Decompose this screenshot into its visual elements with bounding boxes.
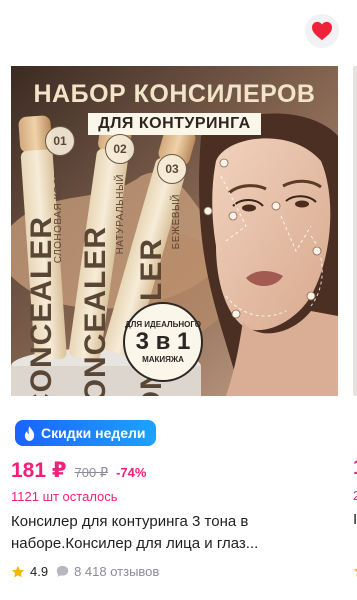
three-in-one-badge: ДЛЯ ИДЕАЛЬНОГО 3 в 1 МАКИЯЖА	[123, 302, 203, 382]
tube-number-02: 02	[105, 134, 135, 164]
next-product-stock: 2	[353, 488, 357, 503]
flame-icon	[24, 425, 35, 441]
sale-badge[interactable]: Скидки недели	[15, 420, 156, 446]
rating-value: 4.9	[30, 564, 49, 579]
product-card[interactable]: НАБОР КОНСИЛЕРОВ ДЛЯ КОНТУРИНГА 01 02 03…	[0, 0, 347, 600]
old-price: 700 ₽	[74, 465, 109, 480]
tube-tone-03: БЕЖЕВЫЙ	[171, 194, 182, 250]
badge-bottom-text: МАКИЯЖА	[142, 355, 184, 364]
rating-row: 4.9 8 418 отзывов	[11, 564, 159, 579]
image-title-line1: НАБОР КОНСИЛЕРОВ	[33, 80, 316, 108]
next-product-image[interactable]	[353, 66, 357, 396]
next-product-price: 1	[353, 456, 357, 480]
badge-main-text: 3 в 1	[135, 328, 191, 355]
product-name[interactable]: Консилер для контуринга 3 тона в наборе.…	[11, 511, 306, 555]
next-product-name: I	[353, 511, 357, 528]
product-image[interactable]: НАБОР КОНСИЛЕРОВ ДЛЯ КОНТУРИНГА 01 02 03…	[11, 66, 338, 396]
stock-left: 1121 шт осталось	[11, 489, 118, 504]
image-title-line2: ДЛЯ КОНТУРИНГА	[88, 113, 261, 135]
current-price: 181 ₽	[11, 459, 67, 482]
heart-icon	[312, 21, 332, 41]
next-star-icon	[353, 568, 357, 577]
next-product-card[interactable]: 1 2 I	[347, 0, 357, 600]
sale-badge-label: Скидки недели	[41, 425, 146, 441]
tube-number-01: 01	[45, 126, 75, 156]
star-icon	[11, 565, 25, 577]
discount-percent: -74%	[116, 465, 147, 480]
tube-number-03: 03	[157, 154, 187, 184]
tube-label-02: CONCEALER	[79, 226, 112, 396]
favorite-button[interactable]	[305, 14, 339, 48]
tube-label-01: CONCEALER	[25, 216, 58, 396]
reviews-count[interactable]: 8 418 отзывов	[74, 564, 159, 579]
price-row: 181 ₽ 700 ₽ -74%	[11, 458, 146, 483]
speech-bubble-icon	[56, 565, 69, 577]
tube-tone-02: НАТУРАЛЬНЫЙ	[115, 174, 126, 255]
